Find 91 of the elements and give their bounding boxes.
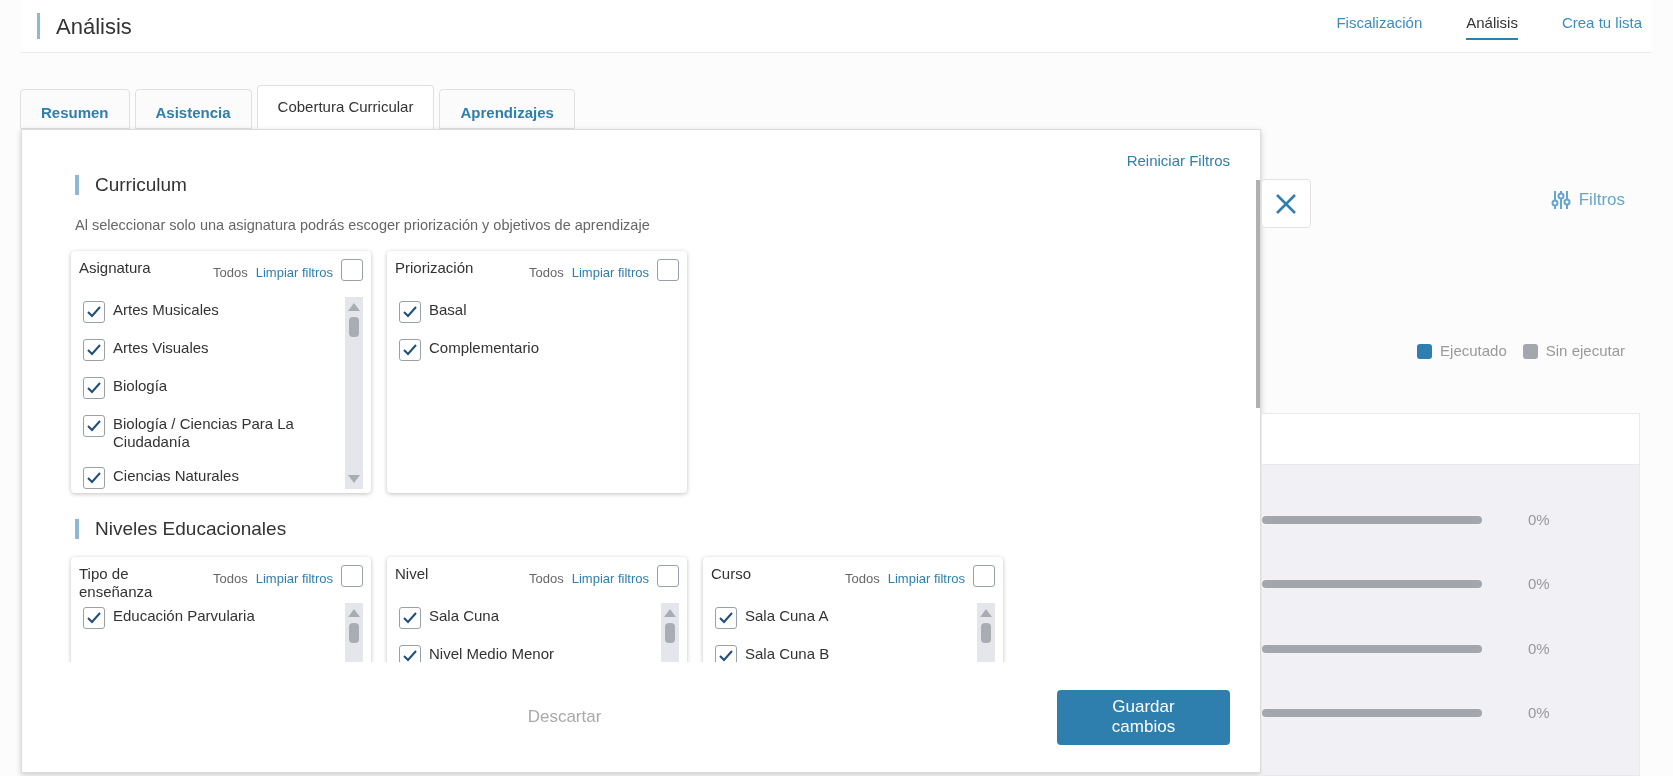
filters-button[interactable]: Filtros	[1550, 187, 1625, 213]
checkbox[interactable]	[83, 376, 105, 399]
all-label: Todos	[213, 570, 248, 589]
check-icon	[86, 380, 102, 395]
save-button[interactable]: Guardar cambios	[1057, 689, 1230, 745]
nav-link[interactable]: Análisis	[1466, 11, 1518, 41]
nav-link[interactable]: Fiscalización	[1336, 11, 1423, 41]
checkbox[interactable]	[83, 607, 105, 630]
all-label: Todos	[529, 263, 564, 282]
checkbox[interactable]	[83, 300, 105, 323]
scroll-thumb[interactable]	[349, 316, 359, 337]
section-description: Al seleccionar solo una asignatura podrás escoger priorización y objetivos de aprendizaje	[75, 216, 651, 235]
checkbox[interactable]	[83, 338, 105, 361]
clear-filters-link[interactable]: Limpiar filtros	[571, 262, 649, 283]
scroll-up-icon[interactable]	[348, 302, 360, 311]
scroll-up-icon[interactable]	[664, 609, 676, 618]
progress-reading: 0%	[1528, 574, 1550, 594]
checkbox[interactable]	[83, 414, 105, 437]
reset-filters-link[interactable]: Reiniciar Filtros	[1126, 150, 1230, 173]
tab[interactable]: Asistencia	[134, 89, 252, 129]
filter-title: Priorización	[395, 258, 475, 277]
discard-button[interactable]: Descartar	[511, 696, 618, 738]
scroll-up-icon[interactable]	[348, 609, 360, 618]
progress-reading: 0%	[1528, 638, 1550, 659]
checkbox[interactable]	[715, 645, 737, 662]
option-label: Biología	[113, 376, 168, 395]
check-icon	[402, 649, 418, 662]
legend-label: Sin ejecutar	[1545, 341, 1625, 361]
sliders-icon	[1550, 189, 1571, 210]
checkbox[interactable]	[341, 565, 363, 588]
section-title: Niveles Educacionales	[95, 516, 287, 541]
all-label: Todos	[213, 263, 248, 282]
option-label: Biología / Ciencias Para La Ciudadanía	[113, 414, 295, 451]
tab[interactable]: Cobertura Curricular	[256, 85, 435, 129]
scroll-thumb[interactable]	[981, 623, 991, 644]
option-label: Complementario	[429, 338, 540, 357]
all-label: Todos	[529, 570, 564, 589]
option-label: Basal	[429, 300, 467, 319]
progress-reading: 0%	[1528, 509, 1550, 530]
check-icon	[718, 611, 734, 626]
tab[interactable]: Aprendizajes	[439, 89, 575, 129]
checkbox[interactable]	[657, 258, 679, 281]
check-icon	[86, 304, 102, 319]
checkbox[interactable]	[399, 338, 421, 361]
option-label: Sala Cuna	[429, 607, 500, 626]
scroll-thumb[interactable]	[665, 623, 675, 644]
clear-filters-link[interactable]: Limpiar filtros	[571, 569, 649, 589]
section-title: Curriculum	[95, 172, 187, 197]
check-icon	[402, 611, 418, 626]
option-label: Educación Parvularia	[113, 607, 255, 626]
check-icon	[86, 611, 102, 626]
checkbox[interactable]	[399, 607, 421, 630]
tab[interactable]: Resumen	[20, 89, 130, 129]
checkbox[interactable]	[399, 300, 421, 323]
option-label: Artes Musicales	[113, 300, 219, 319]
scrollbar[interactable]	[345, 296, 363, 489]
checkbox[interactable]	[973, 565, 995, 588]
scroll-down-icon[interactable]	[348, 474, 360, 483]
clear-filters-link[interactable]: Limpiar filtros	[887, 569, 965, 589]
option-label: Sala Cuna B	[745, 645, 830, 662]
progress-reading: 0%	[1528, 703, 1550, 723]
option-label: Nivel Medio Menor	[429, 645, 555, 662]
close-icon	[1275, 192, 1297, 215]
filter-title: Nivel	[395, 565, 430, 584]
scroll-up-icon[interactable]	[980, 609, 992, 618]
checkbox[interactable]	[715, 607, 737, 630]
check-icon	[402, 342, 418, 357]
filter-title: Asignatura	[79, 258, 152, 277]
check-icon	[402, 304, 418, 319]
page-title: Análisis	[56, 12, 133, 41]
option-label: Artes Visuales	[113, 338, 209, 357]
close-button[interactable]	[1261, 179, 1311, 228]
option-label: Sala Cuna A	[745, 607, 829, 626]
scrollbar-thumb[interactable]	[1256, 180, 1260, 408]
checkbox[interactable]	[399, 645, 421, 662]
clear-filters-link[interactable]: Limpiar filtros	[255, 262, 333, 283]
checkbox[interactable]	[83, 466, 105, 489]
check-icon	[86, 470, 102, 485]
all-label: Todos	[845, 570, 880, 589]
option-label: Ciencias Naturales	[113, 466, 239, 485]
legend-label: Ejecutado	[1440, 341, 1507, 361]
checkbox[interactable]	[341, 258, 363, 281]
clear-filters-link[interactable]: Limpiar filtros	[255, 569, 333, 589]
filter-title: Curso	[711, 565, 752, 584]
check-icon	[718, 649, 734, 662]
check-icon	[86, 342, 102, 357]
scroll-thumb[interactable]	[349, 623, 359, 644]
checkbox[interactable]	[657, 565, 679, 588]
filter-title: Tipo de enseñanza	[79, 565, 154, 602]
nav-link[interactable]: Crea tu lista	[1561, 11, 1642, 41]
check-icon	[86, 418, 102, 433]
